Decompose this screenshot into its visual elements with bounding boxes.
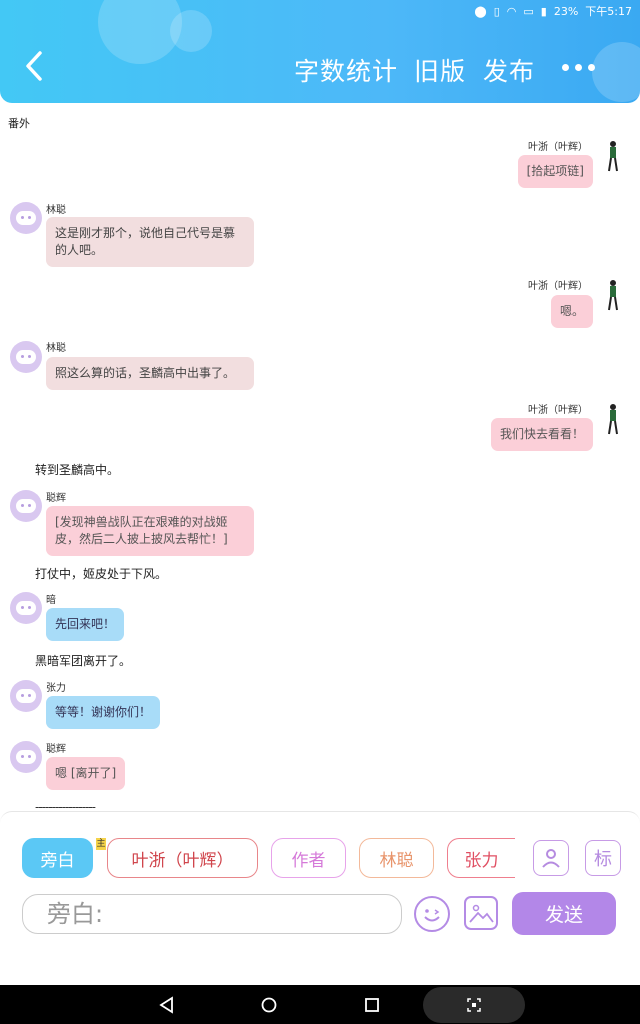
message-bubble[interactable]: [拾起项链]: [517, 155, 593, 188]
chapter-title: 番外: [8, 117, 30, 130]
speaker-name: 暗: [46, 595, 56, 606]
recents-nav-icon[interactable]: [363, 996, 381, 1014]
message-bubble[interactable]: 我们快去看看！: [490, 418, 593, 451]
battery-icon: ▮: [540, 4, 547, 18]
image-icon: [469, 904, 494, 923]
smiley-icon: [424, 909, 440, 922]
role-chip-narrator[interactable]: 旁白: [22, 838, 93, 878]
message-input[interactable]: 旁白:: [22, 894, 402, 934]
more-menu-button[interactable]: [562, 55, 602, 79]
message-bubble[interactable]: 等等！谢谢你们！: [46, 696, 161, 729]
person-icon: [542, 849, 560, 868]
avatar[interactable]: [10, 741, 42, 773]
speaker-name: 聪辉: [46, 493, 66, 504]
message-bubble[interactable]: 这是刚才那个，说他自己代号是慕的人吧。: [46, 217, 254, 267]
mark-button[interactable]: 标: [585, 840, 621, 876]
avatar[interactable]: [10, 680, 42, 712]
home-nav-icon[interactable]: [260, 996, 278, 1014]
avatar[interactable]: [10, 202, 42, 234]
message-bubble[interactable]: 嗯 [离开了]: [46, 757, 126, 790]
old-version-button[interactable]: 旧版: [414, 52, 466, 88]
role-chip-lincong[interactable]: 林聪: [359, 838, 434, 878]
message-bubble[interactable]: 照这么算的话，圣麟高中出事了。: [46, 357, 254, 390]
divider-line: ------------------: [35, 800, 96, 811]
speaker-name: 叶浙（叶辉）: [528, 281, 588, 292]
narration-text[interactable]: 打仗中，姬皮处于下风。: [35, 565, 167, 582]
composer-panel: 旁白 主 叶浙（叶辉） 作者 林聪 张力 标 旁白: 发送: [0, 811, 640, 986]
back-nav-icon[interactable]: [158, 996, 176, 1014]
narration-text[interactable]: 黑暗军团离开了。: [35, 652, 131, 669]
send-button[interactable]: 发送: [512, 892, 616, 935]
role-chip-yezhe[interactable]: 叶浙（叶辉）: [107, 838, 258, 878]
narration-text[interactable]: 转到圣麟高中。: [35, 461, 119, 478]
wifi-icon: ◠: [506, 4, 517, 18]
chevron-left-icon: [26, 51, 42, 81]
publish-button[interactable]: 发布: [483, 52, 535, 88]
chat-area[interactable]: 番外 叶浙（叶辉） [拾起项链] 林聪 这是刚才那个，说他自己代号是慕的人吧。 …: [0, 103, 640, 811]
character-avatar[interactable]: [606, 403, 620, 435]
scan-icon: [467, 998, 481, 1012]
avatar[interactable]: [10, 592, 42, 624]
speaker-name: 林聪: [46, 343, 66, 354]
speaker-name: 叶浙（叶辉）: [528, 405, 588, 416]
chat-face-icon: [16, 689, 36, 703]
battery-percent: 23%: [553, 4, 579, 18]
decor-bubble: [170, 10, 212, 52]
avatar[interactable]: [10, 341, 42, 373]
avatar[interactable]: [10, 490, 42, 522]
status-bar: ⬤ ▯ ◠ ▭ ▮ 23% 下午5:17: [474, 2, 632, 20]
speaker-name: 聪辉: [46, 744, 66, 755]
message-bubble[interactable]: 嗯。: [550, 295, 593, 328]
word-count-button[interactable]: 字数统计: [294, 52, 398, 88]
character-avatar[interactable]: [606, 140, 620, 172]
top-bar: ⬤ ▯ ◠ ▭ ▮ 23% 下午5:17 字数统计 旧版 发布: [0, 0, 640, 103]
clock: 下午5:17: [585, 5, 632, 18]
role-chip-zhangli[interactable]: 张力: [447, 838, 515, 878]
message-bubble[interactable]: 先回来吧！: [46, 608, 125, 641]
role-manage-button[interactable]: [533, 840, 569, 876]
no-sim-icon: ▭: [523, 4, 534, 18]
speaker-name: 林聪: [46, 205, 66, 216]
back-button[interactable]: [20, 48, 48, 84]
chat-face-icon: [16, 750, 36, 764]
more-dot-icon: [575, 63, 582, 71]
emoji-button[interactable]: [414, 896, 450, 932]
system-nav-bar: [0, 985, 640, 1024]
speaker-name: 张力: [46, 683, 66, 694]
location-icon: ⬤: [474, 4, 487, 18]
chat-face-icon: [16, 211, 36, 225]
more-dot-icon: [562, 63, 569, 71]
image-button[interactable]: [464, 896, 498, 930]
message-bubble[interactable]: [发现神兽战队正在艰难的对战姬皮，然后二人披上披风去帮忙！]: [46, 506, 254, 556]
role-chip-author[interactable]: 作者: [271, 838, 346, 878]
more-dot-icon: [588, 63, 595, 71]
vibrate-icon: ▯: [493, 4, 500, 18]
screenshot-pill[interactable]: [423, 987, 525, 1023]
character-avatar[interactable]: [606, 279, 620, 311]
chat-face-icon: [16, 499, 36, 513]
chat-face-icon: [16, 601, 36, 615]
chat-face-icon: [16, 350, 36, 364]
main-role-badge: 主: [96, 838, 106, 850]
speaker-name: 叶浙（叶辉）: [528, 142, 588, 153]
